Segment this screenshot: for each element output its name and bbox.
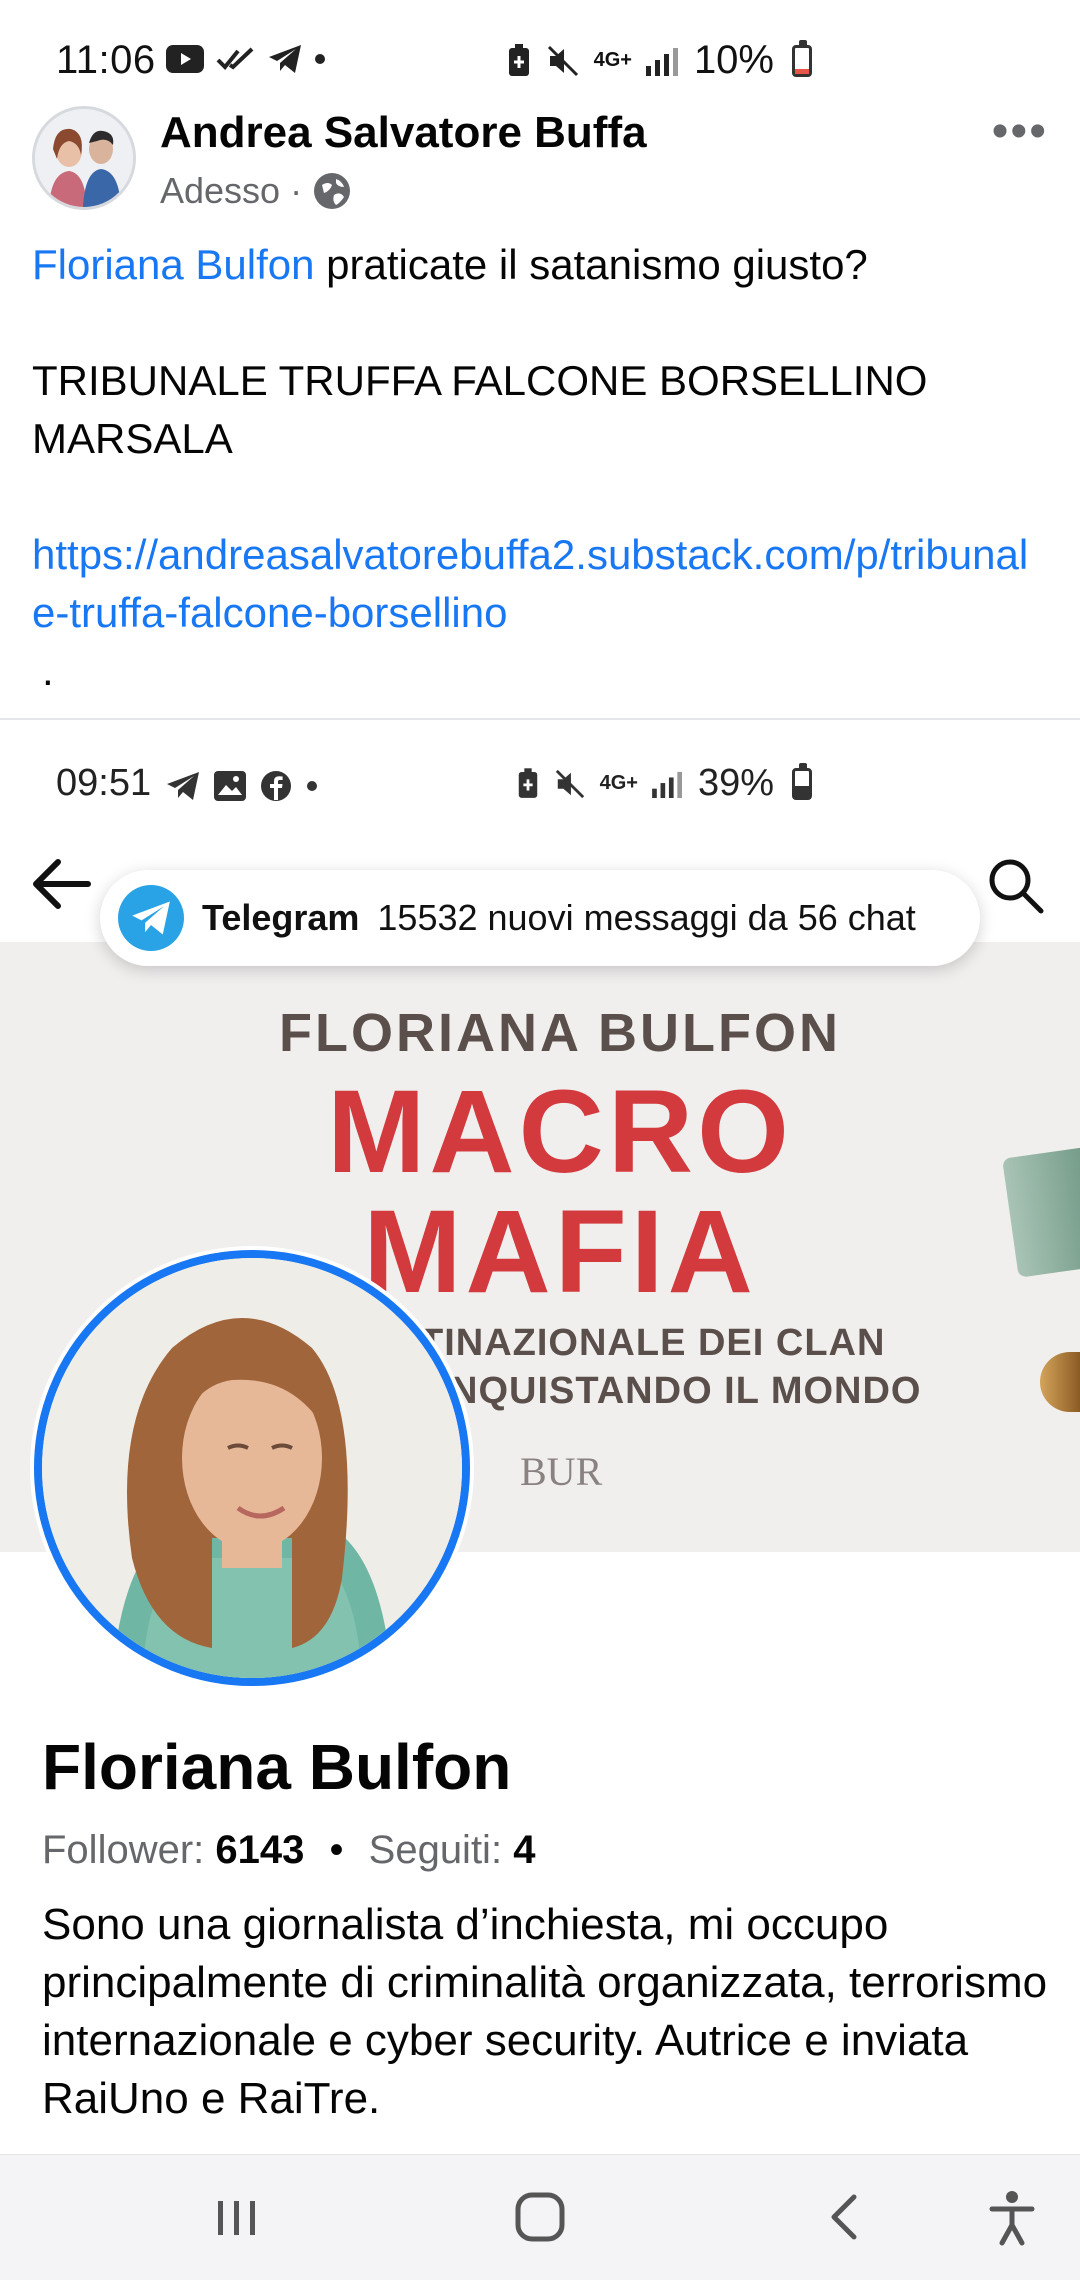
following-count[interactable]: 4: [513, 1828, 535, 1872]
post-header: Andrea Salvatore Buffa Adesso · •••: [32, 106, 1048, 216]
follower-count[interactable]: 6143: [215, 1828, 304, 1872]
meta-separator: ·: [290, 170, 303, 211]
accessibility-icon[interactable]: [982, 2187, 1042, 2247]
book-title-line-1: MACRO: [327, 1066, 793, 1198]
system-navigation-bar: [0, 2154, 1080, 2280]
gallery-icon: [214, 771, 246, 801]
telegram-notification[interactable]: Telegram 15532 nuovi messaggi da 56 chat: [100, 870, 980, 966]
post-author[interactable]: Andrea Salvatore Buffa: [160, 108, 647, 158]
search-icon[interactable]: [986, 856, 1046, 916]
embedded-status-right: 4G+ 39%: [516, 762, 812, 805]
double-check-icon: [216, 47, 254, 70]
publisher-logo: BUR: [520, 1449, 603, 1494]
telegram-icon: [167, 772, 199, 800]
mention-link[interactable]: Floriana Bulfon: [32, 241, 315, 288]
book-subtitle-line-1: TINAZIONALE DEI CLAN: [420, 1322, 886, 1364]
notification-icons: [166, 44, 326, 74]
following-label: Seguiti:: [368, 1828, 503, 1872]
network-type: 4G+: [593, 49, 632, 71]
battery-percent: 10%: [693, 38, 774, 82]
book-author: FLORIANA BULFON: [279, 1003, 841, 1063]
embedded-battery-percent: 39%: [697, 762, 774, 804]
mute-icon: [555, 769, 584, 798]
youtube-icon: [166, 45, 204, 73]
dot-icon: [315, 54, 325, 64]
signal-icon: [645, 47, 678, 76]
back-icon[interactable]: [820, 2187, 870, 2247]
bullet-image: [1040, 1352, 1080, 1412]
embedded-status-time: 09:51: [56, 762, 152, 804]
profile-photo: [34, 1250, 470, 1686]
book-subtitle-line-2: NQUISTANDO IL MONDO: [450, 1370, 922, 1412]
mute-icon: [547, 45, 578, 76]
post-line-1: praticate il satanismo giusto?: [314, 241, 868, 288]
post-body: Floriana Bulfon praticate il satanismo g…: [32, 236, 1048, 700]
recents-icon[interactable]: [212, 2187, 262, 2247]
battery-saver-icon: [518, 767, 537, 798]
profile-picture[interactable]: [30, 1246, 474, 1690]
notification-message: 15532 nuovi messaggi da 56 chat: [377, 897, 916, 938]
back-arrow-icon[interactable]: [30, 854, 94, 914]
telegram-logo-icon: [118, 885, 184, 951]
status-right: 4G+ 10%: [506, 38, 812, 83]
home-icon[interactable]: [510, 2187, 570, 2247]
facebook-icon: [261, 771, 291, 801]
notification-app-name: Telegram: [202, 897, 360, 938]
profile-name: Floriana Bulfon: [42, 1731, 512, 1803]
post-line-2: TRIBUNALE TRUFFA FALCONE BORSELLINO MARS…: [32, 357, 928, 462]
battery-icon: [792, 39, 812, 77]
status-bar: 11:06 4G+ 10%: [0, 0, 1080, 120]
battery-saver-icon: [508, 43, 529, 76]
post-time[interactable]: Adesso: [160, 170, 280, 212]
post-url-link[interactable]: https://andreasalvatorebuffa2.substack.c…: [32, 526, 1048, 642]
dot-icon: [307, 781, 317, 791]
post-options-button[interactable]: •••: [992, 108, 1048, 156]
embedded-network-type: 4G+: [599, 772, 638, 794]
author-avatar[interactable]: [32, 106, 136, 210]
post-trailing-dot: .: [42, 647, 54, 694]
follower-stats: Follower: 6143 • Seguiti: 4: [42, 1828, 535, 1873]
follower-label: Follower:: [42, 1828, 205, 1872]
signal-icon: [652, 771, 682, 798]
globe-icon: [314, 173, 351, 209]
post-image[interactable]: 09:51 4G+ 39% Telegram 15532 nuovi messa…: [0, 720, 1080, 2150]
post-meta: Adesso ·: [160, 170, 352, 212]
embedded-notification-icons: [166, 770, 318, 802]
stats-bullet: •: [329, 1828, 344, 1872]
status-time: 11:06: [56, 38, 156, 82]
avatar-image: [35, 109, 133, 207]
profile-bio: Sono una giornalista d’inchiesta, mi occ…: [42, 1900, 1048, 2123]
telegram-icon: [269, 45, 301, 73]
battery-icon: [792, 762, 812, 800]
